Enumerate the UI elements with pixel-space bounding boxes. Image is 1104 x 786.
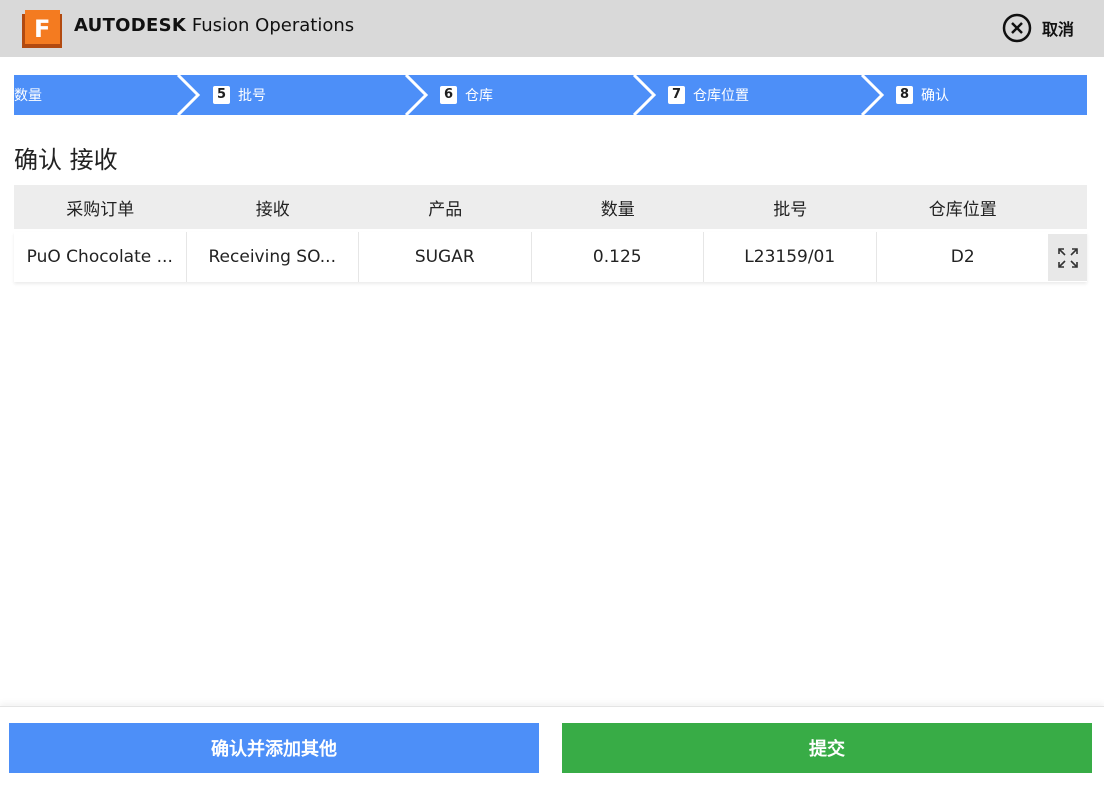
step-warehouse-location[interactable]: 7 仓库位置 <box>668 75 749 115</box>
expand-icon <box>1057 247 1078 268</box>
step-quantity[interactable]: 数量 <box>14 75 42 115</box>
wizard-stepper: 数量 5 批号 6 仓库 7 仓库位置 8 确认 <box>14 75 1087 115</box>
column-header-warehouse-location: 仓库位置 <box>928 199 997 220</box>
fusion-logo-icon: F <box>22 10 62 48</box>
receipt-table: 采购订单 接收 产品 数量 批号 仓库位置 PuO Chocolate ... … <box>14 185 1087 282</box>
step-number: 5 <box>213 86 230 104</box>
step-label: 批号 <box>238 88 266 104</box>
column-header-receipt: 接收 <box>255 199 290 220</box>
action-bar: 确认并添加其他 提交 <box>0 706 1104 786</box>
cell-quantity: 0.125 <box>532 232 704 282</box>
step-label: 确认 <box>921 88 949 104</box>
step-label: 数量 <box>14 88 42 104</box>
submit-button[interactable]: 提交 <box>562 723 1092 773</box>
step-number: 6 <box>440 86 457 104</box>
cancel-button[interactable]: 取消 <box>1002 11 1074 45</box>
step-warehouse[interactable]: 6 仓库 <box>440 75 493 115</box>
column-header-quantity: 数量 <box>600 199 635 220</box>
brand-product: Fusion Operations <box>191 15 355 36</box>
cell-lot-number: L23159/01 <box>704 232 877 282</box>
column-header-product: 产品 <box>428 199 463 220</box>
column-header-lot-number: 批号 <box>773 199 808 220</box>
page-title: 确认 接收 <box>14 146 118 174</box>
brand-company: AUTODESK <box>74 15 187 36</box>
step-label: 仓库位置 <box>693 88 749 104</box>
close-circle-icon <box>1002 13 1032 43</box>
cell-warehouse-location: D2 <box>950 247 975 267</box>
app-brand: AUTODESK Fusion Operations <box>74 15 354 36</box>
step-label: 仓库 <box>465 88 493 104</box>
app-header: F AUTODESK Fusion Operations 取消 <box>0 0 1104 57</box>
expand-row-button[interactable] <box>1048 234 1087 281</box>
cell-receipt: Receiving SO... <box>187 232 359 282</box>
cell-purchase-order: PuO Chocolate ... <box>14 232 187 282</box>
step-confirm[interactable]: 8 确认 <box>896 75 949 115</box>
logo-letter: F <box>34 15 50 43</box>
step-lot-number[interactable]: 5 批号 <box>213 75 266 115</box>
cell-product: SUGAR <box>359 232 532 282</box>
table-row[interactable]: PuO Chocolate ... Receiving SO... SUGAR … <box>14 232 1087 282</box>
step-number: 8 <box>896 86 913 104</box>
step-number: 7 <box>668 86 685 104</box>
column-header-purchase-order: 采购订单 <box>66 199 135 220</box>
confirm-and-add-button[interactable]: 确认并添加其他 <box>9 723 539 773</box>
cancel-label: 取消 <box>1041 20 1074 39</box>
table-header: 采购订单 接收 产品 数量 批号 仓库位置 <box>14 185 1087 229</box>
